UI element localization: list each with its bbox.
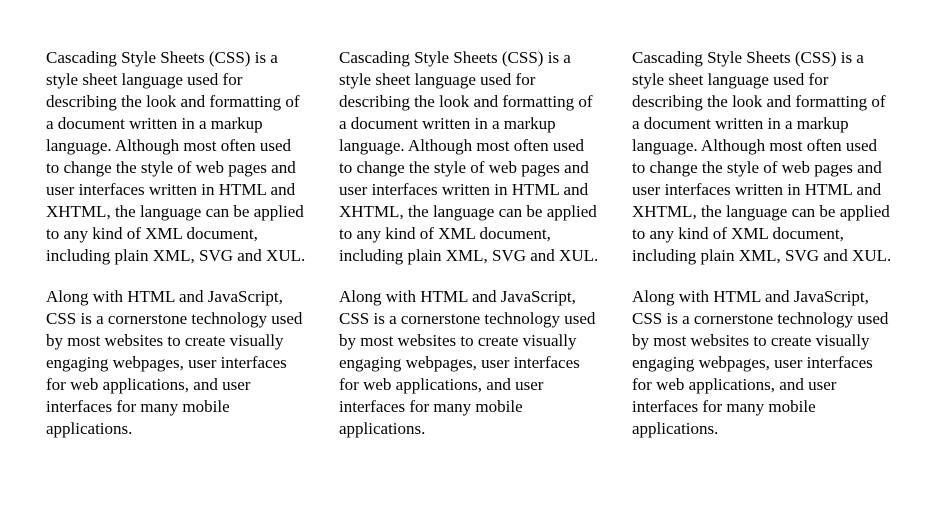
column-2-paragraph-2: Along with HTML and JavaScript, CSS is a…	[339, 287, 596, 438]
text-column-3: Cascading Style Sheets (CSS) is a style …	[632, 47, 892, 459]
column-2-paragraph-1: Cascading Style Sheets (CSS) is a style …	[339, 48, 599, 265]
column-3-paragraph-2: Along with HTML and JavaScript, CSS is a…	[632, 287, 889, 438]
column-1-paragraph-1: Cascading Style Sheets (CSS) is a style …	[46, 48, 306, 265]
column-1-paragraph-2: Along with HTML and JavaScript, CSS is a…	[46, 287, 303, 438]
column-3-paragraph-1: Cascading Style Sheets (CSS) is a style …	[632, 48, 892, 265]
multi-column-text: Cascading Style Sheets (CSS) is a style …	[46, 47, 906, 459]
text-column-1: Cascading Style Sheets (CSS) is a style …	[46, 47, 306, 459]
text-column-2: Cascading Style Sheets (CSS) is a style …	[339, 47, 599, 459]
